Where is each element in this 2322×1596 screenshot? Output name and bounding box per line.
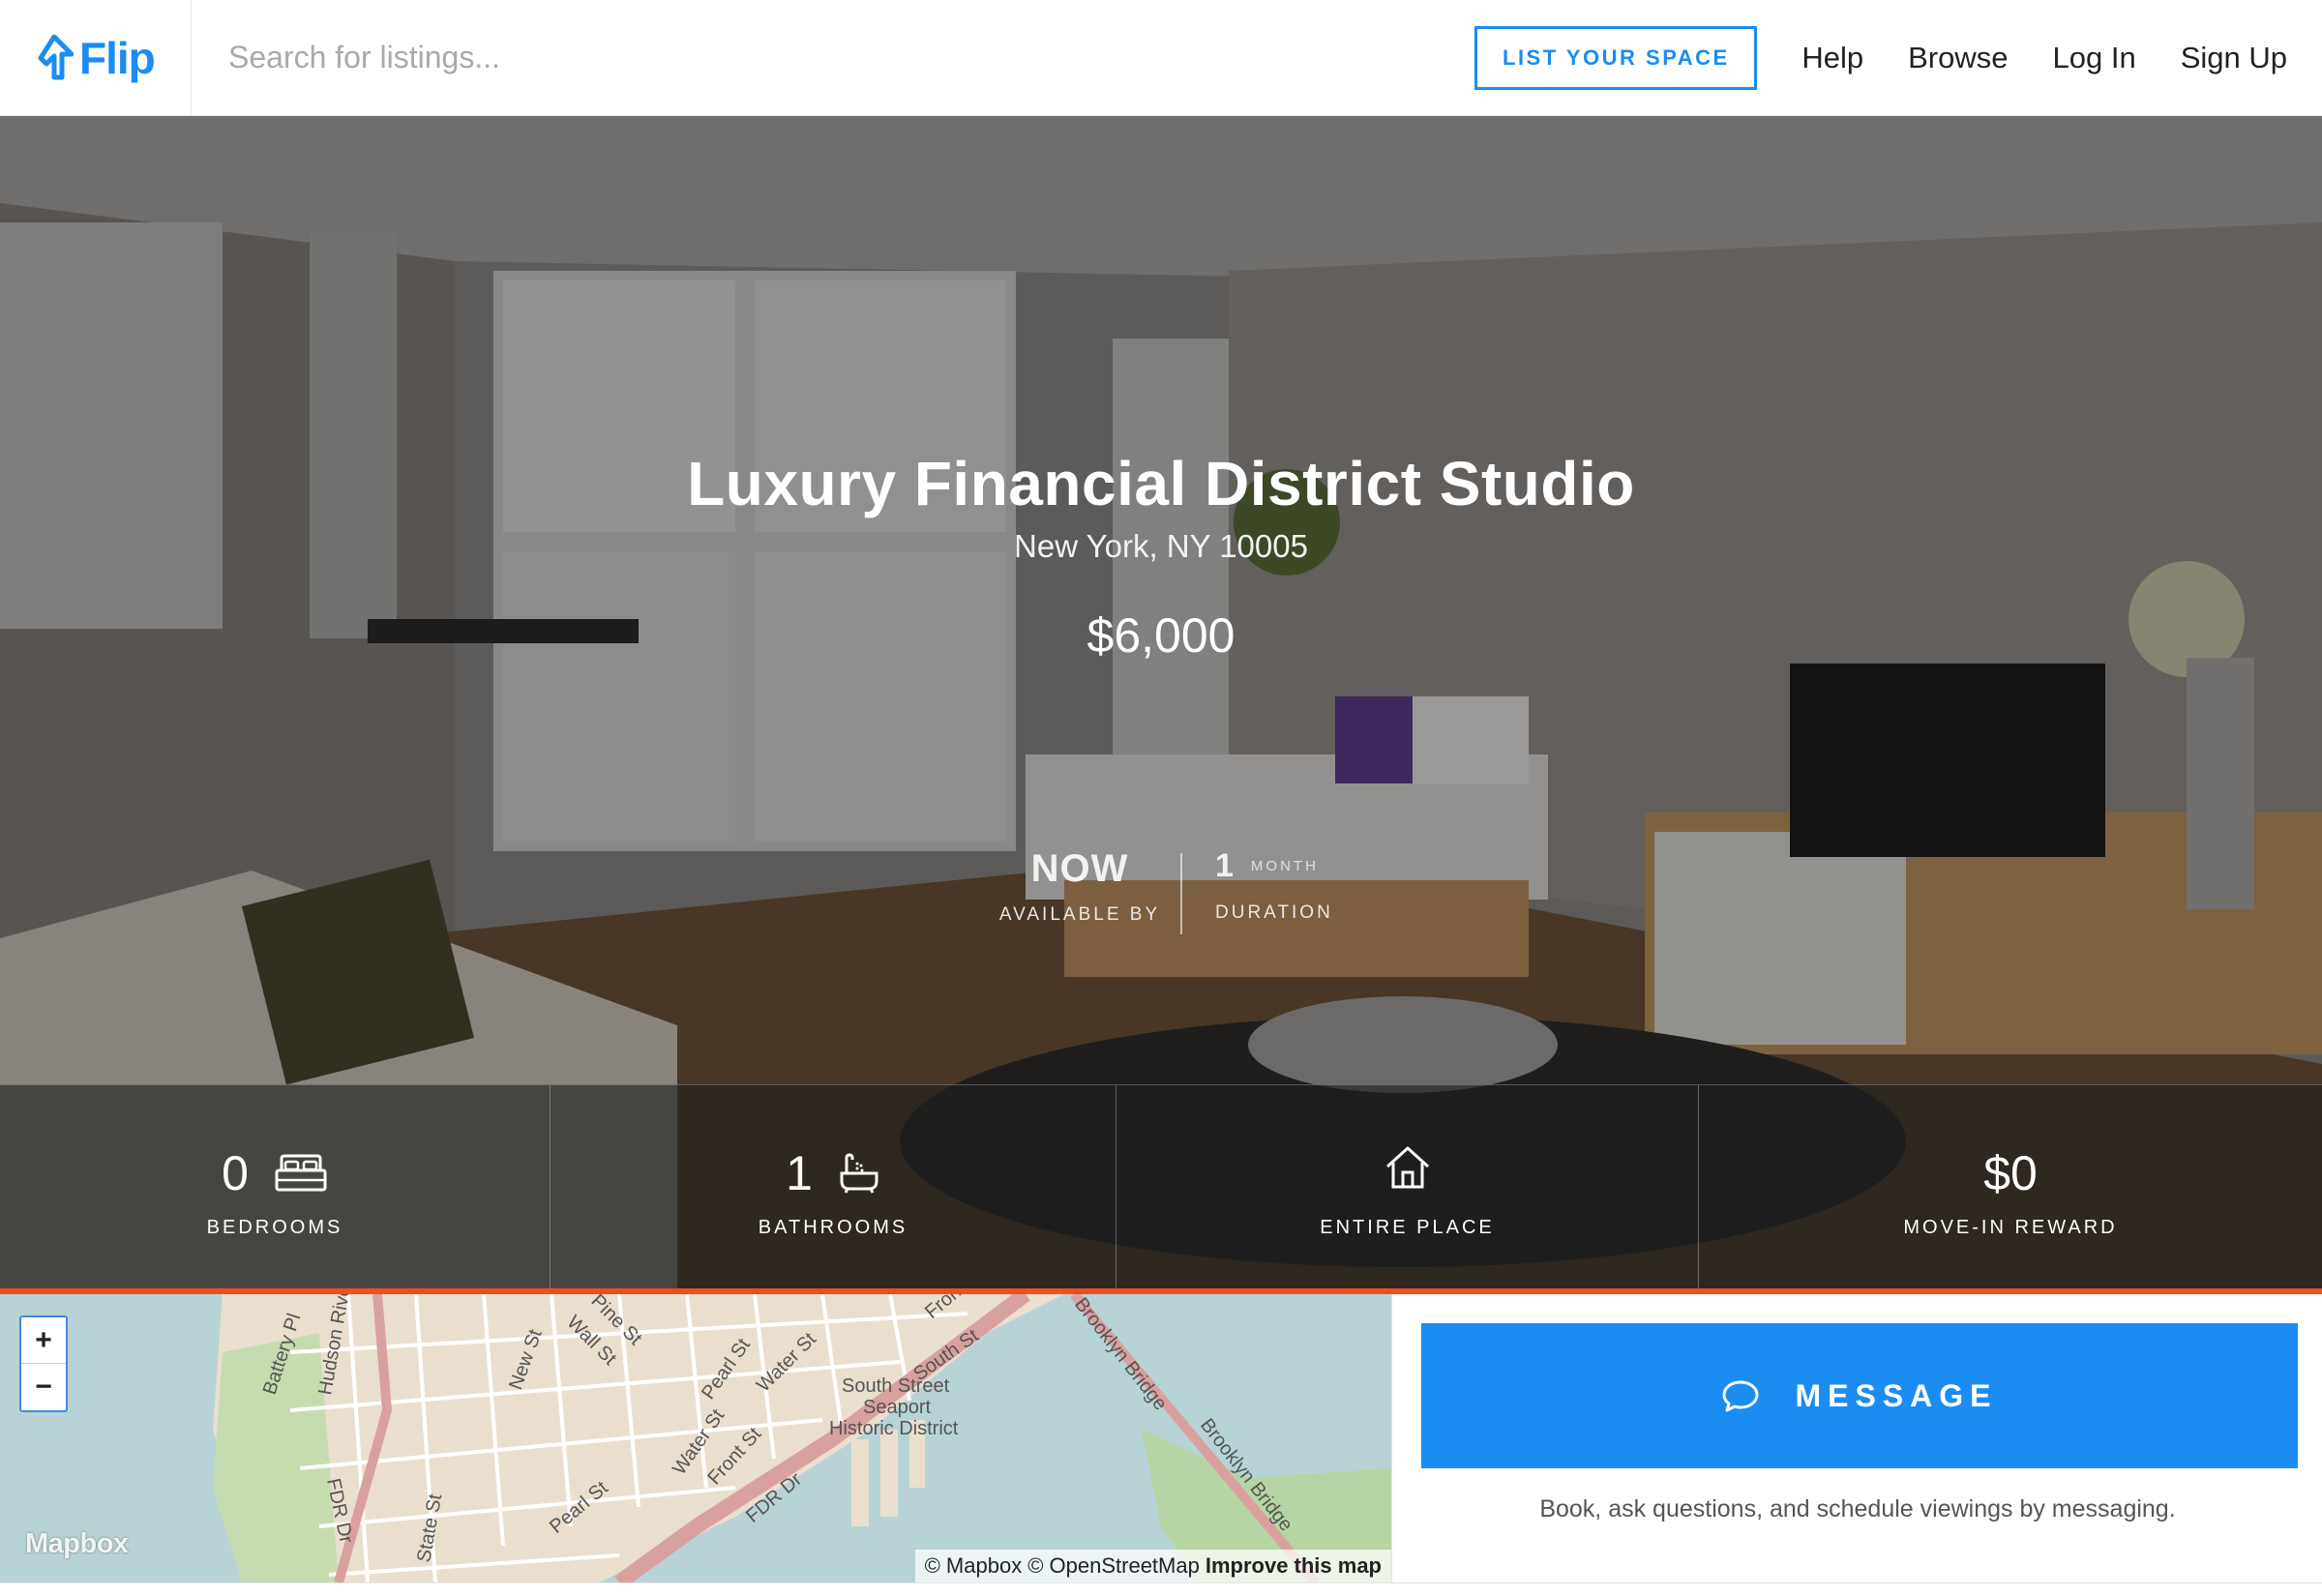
bathrooms-value: 1 [786,1146,813,1200]
message-button-label: MESSAGE [1795,1377,1998,1413]
duration-value: 1 [1215,847,1234,884]
search-input[interactable] [192,0,1475,116]
flip-logo[interactable]: Flip [0,0,192,116]
message-note: Book, ask questions, and schedule viewin… [1539,1495,2176,1522]
zoom-in-button[interactable]: + [21,1317,66,1364]
nav-link-signup[interactable]: Sign Up [2181,41,2287,75]
move-in-reward-label: MOVE-IN REWARD [1903,1217,2118,1238]
listing-price: $6,000 [1087,608,1235,663]
speech-bubble-icon [1722,1380,1759,1412]
list-your-space-button[interactable]: LIST YOUR SPACE [1474,25,1758,90]
bathtub-icon [840,1153,878,1194]
availability-divider [1180,853,1182,934]
osm-attribution-link[interactable]: © OpenStreetMap [1027,1553,1200,1579]
duration-label: DURATION [1215,902,1333,923]
stat-entire-place: ENTIRE PLACE [1116,1085,1699,1289]
stat-bedrooms: 0 BEDROOMS [0,1085,551,1289]
flip-logo-icon [38,34,74,79]
nav-link-browse[interactable]: Browse [1908,41,2008,75]
nav-link-help[interactable]: Help [1801,41,1863,75]
stat-move-in-reward: $0 MOVE-IN REWARD [1699,1085,2322,1289]
mapbox-attribution-link[interactable]: © Mapbox [925,1553,1023,1579]
map-label-district-2: Seaport [863,1397,931,1418]
listing-title: Luxury Financial District Studio [687,449,1635,518]
message-button[interactable]: MESSAGE [1421,1323,2298,1468]
listing-map[interactable]: South Street Seaport Historic District B… [0,1294,1391,1582]
mapbox-logo[interactable]: Mapbox [25,1528,129,1560]
message-panel: MESSAGE Book, ask questions, and schedul… [1391,1294,2322,1596]
duration-unit: MONTH [1250,858,1319,874]
improve-map-link[interactable]: Improve this map [1206,1553,1382,1579]
listing-stats-bar: 0 BEDROOMS 1 BATHROOMS ENTIRE PLACE $0 M… [0,1084,2322,1289]
map-tiles: South Street Seaport Historic District B… [0,1294,1391,1582]
stat-bathrooms: 1 BATHROOMS [551,1085,1116,1289]
available-by-label: AVAILABLE BY [998,904,1161,925]
bedrooms-value: 0 [222,1146,249,1200]
page-bottom-edge [0,1582,2322,1596]
zoom-out-button[interactable]: − [21,1364,66,1410]
bed-icon [275,1154,327,1192]
availability-block: NOW AVAILABLE BY 1 MONTH DURATION [987,847,1403,936]
available-by: NOW AVAILABLE BY [987,847,1173,926]
top-nav: Flip LIST YOUR SPACE Help Browse Log In … [0,0,2322,116]
map-label-district-1: South Street [842,1375,950,1397]
nav-link-login[interactable]: Log In [2053,41,2136,75]
entire-place-label: ENTIRE PLACE [1320,1217,1495,1238]
move-in-reward-value: $0 [1983,1146,2038,1200]
map-attribution: © Mapbox © OpenStreetMap Improve this ma… [914,1550,1391,1582]
bedrooms-label: BEDROOMS [206,1217,343,1238]
map-zoom-control: + − [19,1315,68,1412]
logo-text: Flip [79,32,156,83]
map-label-district-3: Historic District [829,1418,959,1439]
available-by-value: NOW [1030,847,1129,890]
house-icon [1385,1146,1429,1189]
listing-address: New York, NY 10005 [1014,528,1308,564]
bathrooms-label: BATHROOMS [758,1217,908,1238]
duration: 1 MONTH DURATION [1215,847,1333,924]
